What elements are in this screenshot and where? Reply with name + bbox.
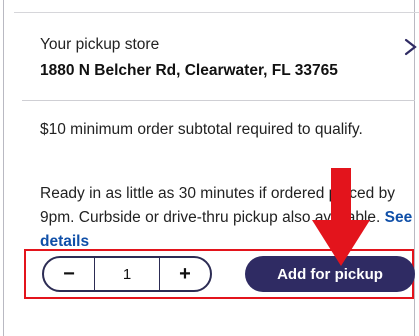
top-divider <box>14 12 419 13</box>
chevron-right-icon[interactable] <box>403 36 419 58</box>
pickup-store-address: 1880 N Belcher Rd, Clearwater, FL 33765 <box>40 62 338 79</box>
quantity-value[interactable]: 1 <box>94 258 160 290</box>
quantity-stepper: − 1 + <box>42 256 212 292</box>
decrement-button[interactable]: − <box>44 258 94 290</box>
minimum-order-text: $10 minimum order subtotal required to q… <box>40 121 363 138</box>
increment-button[interactable]: + <box>160 258 210 290</box>
pickup-store-label: Your pickup store <box>40 36 160 53</box>
section-divider <box>22 100 415 101</box>
down-arrow-icon <box>312 168 370 266</box>
